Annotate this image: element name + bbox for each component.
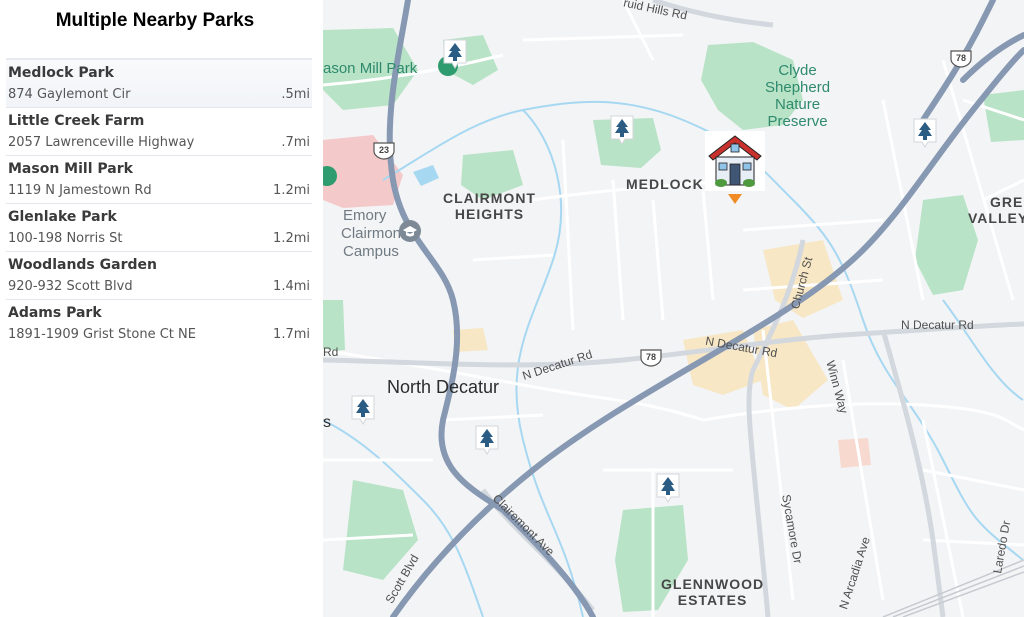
- park-label-line: Shepherd: [765, 79, 831, 96]
- area-label-line: CLAIRMONT: [443, 190, 536, 206]
- park-distance: 1.2mi: [273, 231, 310, 246]
- park-label-line: Preserve: [767, 113, 828, 130]
- shield-number: 78: [645, 352, 656, 362]
- park-distance: 1.2mi: [273, 183, 310, 198]
- area-label-medlock: MEDLOCK: [626, 176, 704, 192]
- park-name: Medlock Park: [8, 65, 114, 81]
- tree-icon[interactable]: [349, 394, 377, 426]
- road-label-n-decatur-east: N Decatur Rd: [901, 318, 974, 332]
- park-label-clyde-shepherd: Clyde Shepherd Nature Preserve: [765, 62, 830, 130]
- area-label-line: VALLEY: [968, 210, 1024, 226]
- road-label-rd-west: Rd: [323, 345, 339, 359]
- area-label-line: GRE: [990, 194, 1024, 210]
- area-label-line: GLENNWOOD: [661, 576, 765, 592]
- campus-label-emory: Emory Clairmont Campus: [341, 207, 405, 261]
- park-address: 1891-1909 Grist Stone Ct NE: [8, 327, 196, 342]
- park-distance: 1.7mi: [273, 327, 310, 342]
- home-location-icon[interactable]: [704, 130, 766, 204]
- tree-icon[interactable]: [608, 114, 636, 146]
- us-78-shield-mid: 78: [640, 349, 662, 367]
- list-item[interactable]: Adams Park 1891-1909 Grist Stone Ct NE 1…: [6, 299, 312, 347]
- park-address: 100-198 Norris St: [8, 231, 123, 246]
- list-item[interactable]: Medlock Park 874 Gaylemont Cir .5mi: [6, 58, 312, 107]
- park-label-line: Nature: [775, 96, 821, 113]
- park-distance: 1.4mi: [273, 279, 310, 294]
- campus-label-line: Emory: [343, 207, 387, 224]
- area-label-line: ESTATES: [677, 592, 748, 608]
- list-item[interactable]: Woodlands Garden 920-932 Scott Blvd 1.4m…: [6, 251, 312, 299]
- park-address: 874 Gaylemont Cir: [8, 87, 131, 102]
- us-78-shield-north: 78: [950, 50, 972, 68]
- park-distance: .5mi: [281, 87, 310, 102]
- park-address: 920-932 Scott Blvd: [8, 279, 133, 294]
- shield-number: 23: [378, 145, 389, 155]
- park-name: Woodlands Garden: [8, 257, 157, 273]
- city-label-north-decatur: North Decatur: [387, 377, 500, 397]
- tree-icon[interactable]: [911, 117, 939, 149]
- park-distance: .7mi: [281, 135, 310, 150]
- list-item[interactable]: Mason Mill Park 1119 N Jamestown Rd 1.2m…: [6, 155, 312, 203]
- us-23-shield: 23: [373, 142, 395, 160]
- park-address: 1119 N Jamestown Rd: [8, 183, 152, 198]
- tree-icon[interactable]: [654, 472, 682, 504]
- area-label-clairmont-heights: CLAIRMONT HEIGHTS: [443, 190, 536, 222]
- area-label-glennwood-estates: GLENNWOOD ESTATES: [661, 576, 764, 608]
- city-label-edge: s: [323, 414, 331, 431]
- map-view[interactable]: CLAIRMONT HEIGHTS MEDLOCK GLENNWOOD ESTA…: [323, 0, 1024, 617]
- park-name: Mason Mill Park: [8, 161, 133, 177]
- park-list: Medlock Park 874 Gaylemont Cir .5mi Litt…: [6, 58, 312, 347]
- area-label-line: HEIGHTS: [454, 206, 525, 222]
- list-item[interactable]: Little Creek Farm 2057 Lawrenceville Hig…: [6, 107, 312, 155]
- park-label-line: Clyde: [778, 62, 817, 79]
- school-icon[interactable]: [399, 220, 421, 242]
- campus-label-line: Campus: [343, 243, 399, 260]
- park-name: Adams Park: [8, 305, 102, 321]
- park-address: 2057 Lawrenceville Highway: [8, 135, 195, 150]
- tree-icon[interactable]: [441, 38, 469, 70]
- park-name: Little Creek Farm: [8, 113, 145, 129]
- shield-number: 78: [955, 53, 966, 63]
- map-base: [323, 0, 1024, 617]
- area-label-greater-valley: GRE VALLEY: [968, 194, 1024, 226]
- list-item[interactable]: Glenlake Park 100-198 Norris St 1.2mi: [6, 203, 312, 251]
- tree-icon[interactable]: [473, 424, 501, 456]
- campus-label-line: Clairmont: [341, 225, 406, 242]
- park-label-mason-mill: ason Mill Park: [323, 60, 418, 77]
- park-name: Glenlake Park: [8, 209, 117, 225]
- page-title: Multiple Nearby Parks: [55, 10, 255, 31]
